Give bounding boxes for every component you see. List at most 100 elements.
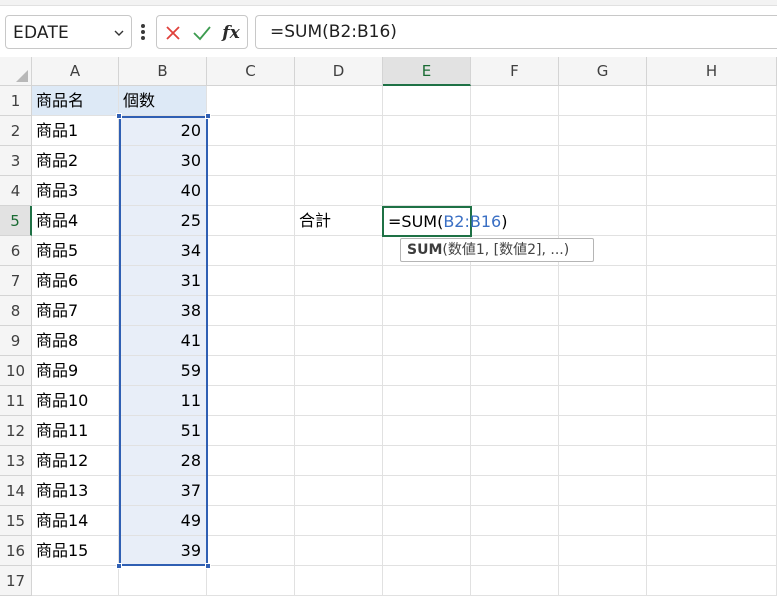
cell-d6[interactable] <box>295 236 383 266</box>
cell-f9[interactable] <box>471 326 559 356</box>
cell-a9[interactable]: 商品8 <box>32 326 119 356</box>
row-header-12[interactable]: 12 <box>0 416 32 446</box>
cell-f8[interactable] <box>471 296 559 326</box>
cell-h16[interactable] <box>647 536 777 566</box>
cell-c13[interactable] <box>207 446 295 476</box>
cell-h12[interactable] <box>647 416 777 446</box>
cell-h15[interactable] <box>647 506 777 536</box>
cell-c4[interactable] <box>207 176 295 206</box>
column-header-b[interactable]: B <box>119 57 207 86</box>
cell-g4[interactable] <box>559 176 647 206</box>
row-header-10[interactable]: 10 <box>0 356 32 386</box>
cell-b3[interactable]: 30 <box>119 146 207 176</box>
cancel-button[interactable] <box>162 22 184 44</box>
cell-f10[interactable] <box>471 356 559 386</box>
cell-a17[interactable] <box>32 566 119 596</box>
cell-h11[interactable] <box>647 386 777 416</box>
cell-a14[interactable]: 商品13 <box>32 476 119 506</box>
cell-c5[interactable] <box>207 206 295 236</box>
cell-b7[interactable]: 31 <box>119 266 207 296</box>
cell-g11[interactable] <box>559 386 647 416</box>
column-header-a[interactable]: A <box>32 57 119 86</box>
name-box[interactable]: EDATE <box>5 15 132 49</box>
cell-e9[interactable] <box>383 326 471 356</box>
more-options-icon[interactable] <box>140 22 146 42</box>
cell-d4[interactable] <box>295 176 383 206</box>
cell-h10[interactable] <box>647 356 777 386</box>
range-handle[interactable] <box>116 113 122 119</box>
cell-f14[interactable] <box>471 476 559 506</box>
cell-c8[interactable] <box>207 296 295 326</box>
row-header-14[interactable]: 14 <box>0 476 32 506</box>
row-header-2[interactable]: 2 <box>0 116 32 146</box>
cell-d12[interactable] <box>295 416 383 446</box>
row-header-3[interactable]: 3 <box>0 146 32 176</box>
cell-c10[interactable] <box>207 356 295 386</box>
cell-c1[interactable] <box>207 86 295 116</box>
cell-c3[interactable] <box>207 146 295 176</box>
cell-d10[interactable] <box>295 356 383 386</box>
range-handle[interactable] <box>116 563 122 569</box>
cell-g2[interactable] <box>559 116 647 146</box>
cell-d17[interactable] <box>295 566 383 596</box>
cell-h14[interactable] <box>647 476 777 506</box>
cell-c12[interactable] <box>207 416 295 446</box>
row-header-17[interactable]: 17 <box>0 566 32 596</box>
active-cell-e5[interactable]: =SUM(B2:B16) <box>382 206 507 237</box>
range-handle[interactable] <box>205 563 211 569</box>
cell-a1[interactable]: 商品名 <box>32 86 119 116</box>
row-header-7[interactable]: 7 <box>0 266 32 296</box>
cell-b2[interactable]: 20 <box>119 116 207 146</box>
cell-a11[interactable]: 商品10 <box>32 386 119 416</box>
cell-e13[interactable] <box>383 446 471 476</box>
column-header-f[interactable]: F <box>471 57 559 86</box>
column-header-g[interactable]: G <box>559 57 647 86</box>
row-header-1[interactable]: 1 <box>0 86 32 116</box>
cell-g14[interactable] <box>559 476 647 506</box>
row-header-16[interactable]: 16 <box>0 536 32 566</box>
cell-f1[interactable] <box>471 86 559 116</box>
cell-h2[interactable] <box>647 116 777 146</box>
cell-d3[interactable] <box>295 146 383 176</box>
cell-c14[interactable] <box>207 476 295 506</box>
tooltip-func-name[interactable]: SUM <box>407 242 442 258</box>
cell-b9[interactable]: 41 <box>119 326 207 356</box>
cell-e2[interactable] <box>383 116 471 146</box>
cell-d7[interactable] <box>295 266 383 296</box>
cell-a16[interactable]: 商品15 <box>32 536 119 566</box>
cell-h5[interactable] <box>647 206 777 236</box>
cell-e4[interactable] <box>383 176 471 206</box>
column-header-d[interactable]: D <box>295 57 383 86</box>
cell-d14[interactable] <box>295 476 383 506</box>
cell-h6[interactable] <box>647 236 777 266</box>
cell-g3[interactable] <box>559 146 647 176</box>
cell-g10[interactable] <box>559 356 647 386</box>
column-header-e[interactable]: E <box>383 57 471 86</box>
range-handle[interactable] <box>205 113 211 119</box>
cell-g5[interactable] <box>559 206 647 236</box>
cell-b1[interactable]: 個数 <box>119 86 207 116</box>
cell-d13[interactable] <box>295 446 383 476</box>
cell-b15[interactable]: 49 <box>119 506 207 536</box>
cell-g16[interactable] <box>559 536 647 566</box>
row-header-6[interactable]: 6 <box>0 236 32 266</box>
cell-f2[interactable] <box>471 116 559 146</box>
cell-b6[interactable]: 34 <box>119 236 207 266</box>
cell-a5[interactable]: 商品4 <box>32 206 119 236</box>
cell-f4[interactable] <box>471 176 559 206</box>
cell-e16[interactable] <box>383 536 471 566</box>
cell-b12[interactable]: 51 <box>119 416 207 446</box>
cell-h17[interactable] <box>647 566 777 596</box>
cell-f7[interactable] <box>471 266 559 296</box>
cell-e17[interactable] <box>383 566 471 596</box>
cell-a4[interactable]: 商品3 <box>32 176 119 206</box>
chevron-down-icon[interactable] <box>113 27 125 39</box>
cell-f13[interactable] <box>471 446 559 476</box>
cell-g17[interactable] <box>559 566 647 596</box>
cell-e14[interactable] <box>383 476 471 506</box>
cell-b17[interactable] <box>119 566 207 596</box>
cell-a10[interactable]: 商品9 <box>32 356 119 386</box>
cell-f17[interactable] <box>471 566 559 596</box>
cell-e8[interactable] <box>383 296 471 326</box>
cell-h1[interactable] <box>647 86 777 116</box>
